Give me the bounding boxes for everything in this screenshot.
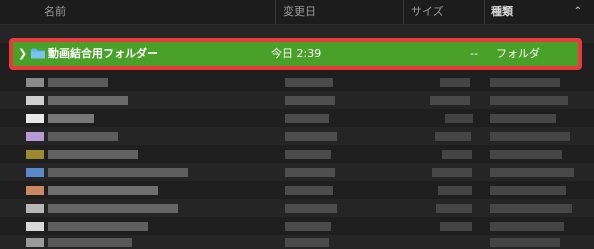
obscured-row[interactable]: [0, 235, 594, 249]
obscured-size: [436, 204, 472, 213]
obscured-size: [445, 114, 473, 123]
obscured-icon: [26, 222, 44, 231]
column-header-date-modified[interactable]: 変更日: [275, 0, 403, 24]
obscured-name: [48, 150, 138, 159]
obscured-name: [48, 96, 128, 105]
column-header-size[interactable]: サイズ: [403, 0, 484, 24]
obscured-icon: [26, 114, 44, 123]
obscured-name: [48, 168, 188, 177]
selected-folder-date: 今日 2:39: [271, 47, 322, 60]
obscured-name: [48, 204, 178, 213]
selected-folder-row[interactable]: ❯ 動画結合用フォルダー 今日 2:39 -- フォルダ: [13, 42, 578, 66]
column-header-kind-label: 種類: [491, 5, 513, 18]
obscured-size: [430, 96, 470, 105]
obscured-icon: [26, 150, 44, 159]
obscured-icon: [26, 78, 44, 87]
obscured-icon: [26, 204, 44, 213]
obscured-date: [285, 150, 331, 159]
obscured-date: [285, 204, 337, 213]
obscured-icon: [26, 168, 44, 177]
obscured-row[interactable]: [0, 91, 594, 109]
obscured-size: [432, 168, 472, 177]
obscured-date: [285, 96, 335, 105]
selected-folder-name: 動画結合用フォルダー: [48, 47, 158, 60]
obscured-row[interactable]: [0, 199, 594, 217]
obscured-kind: [490, 132, 570, 141]
obscured-row[interactable]: [0, 127, 594, 145]
column-header: 名前 変更日 サイズ 種類 ⌃: [0, 0, 594, 25]
obscured-kind: [490, 78, 560, 87]
obscured-size: [438, 186, 472, 195]
sort-chevron-icon[interactable]: ⌃: [574, 0, 582, 24]
obscured-kind: [490, 204, 572, 213]
obscured-row[interactable]: [0, 217, 594, 235]
obscured-kind: [490, 150, 562, 159]
highlight-annotation: ❯ 動画結合用フォルダー 今日 2:39 -- フォルダ: [9, 38, 582, 70]
obscured-icon: [26, 96, 44, 105]
folder-icon: [31, 48, 45, 59]
obscured-name: [48, 238, 132, 247]
obscured-date: [285, 186, 333, 195]
selected-folder-kind: フォルダ: [496, 47, 540, 60]
obscured-row[interactable]: [0, 163, 594, 181]
obscured-size: [440, 222, 472, 231]
obscured-name: [48, 222, 148, 231]
obscured-icon: [26, 186, 44, 195]
obscured-date: [285, 238, 329, 247]
obscured-size: [440, 78, 470, 87]
obscured-date: [285, 78, 333, 87]
obscured-name: [48, 114, 94, 123]
obscured-kind: [490, 222, 564, 231]
obscured-icon: [26, 238, 44, 247]
obscured-name: [48, 186, 158, 195]
obscured-kind: [490, 114, 556, 123]
column-header-kind[interactable]: 種類 ⌃: [484, 0, 584, 24]
obscured-kind: [490, 96, 568, 105]
selected-folder-size: --: [470, 47, 478, 60]
obscured-icon: [26, 132, 44, 141]
obscured-row[interactable]: [0, 73, 594, 91]
obscured-date: [285, 114, 329, 123]
obscured-date: [285, 168, 335, 177]
obscured-row[interactable]: [0, 145, 594, 163]
obscured-kind: [490, 186, 566, 195]
obscured-date: [285, 222, 331, 231]
obscured-row[interactable]: [0, 109, 594, 127]
obscured-name: [48, 78, 108, 87]
obscured-row[interactable]: [0, 181, 594, 199]
obscured-name: [48, 132, 118, 141]
column-header-name[interactable]: 名前: [44, 0, 274, 24]
disclosure-chevron-icon[interactable]: ❯: [18, 42, 27, 66]
obscured-kind: [490, 238, 560, 247]
obscured-kind: [490, 168, 574, 177]
finder-list-view: 名前 変更日 サイズ 種類 ⌃ ❯ 動画結合用フォルダー 今日 2:39 -- …: [0, 0, 594, 249]
obscured-size: [442, 150, 472, 159]
obscured-size: [435, 132, 471, 141]
obscured-date: [285, 132, 337, 141]
